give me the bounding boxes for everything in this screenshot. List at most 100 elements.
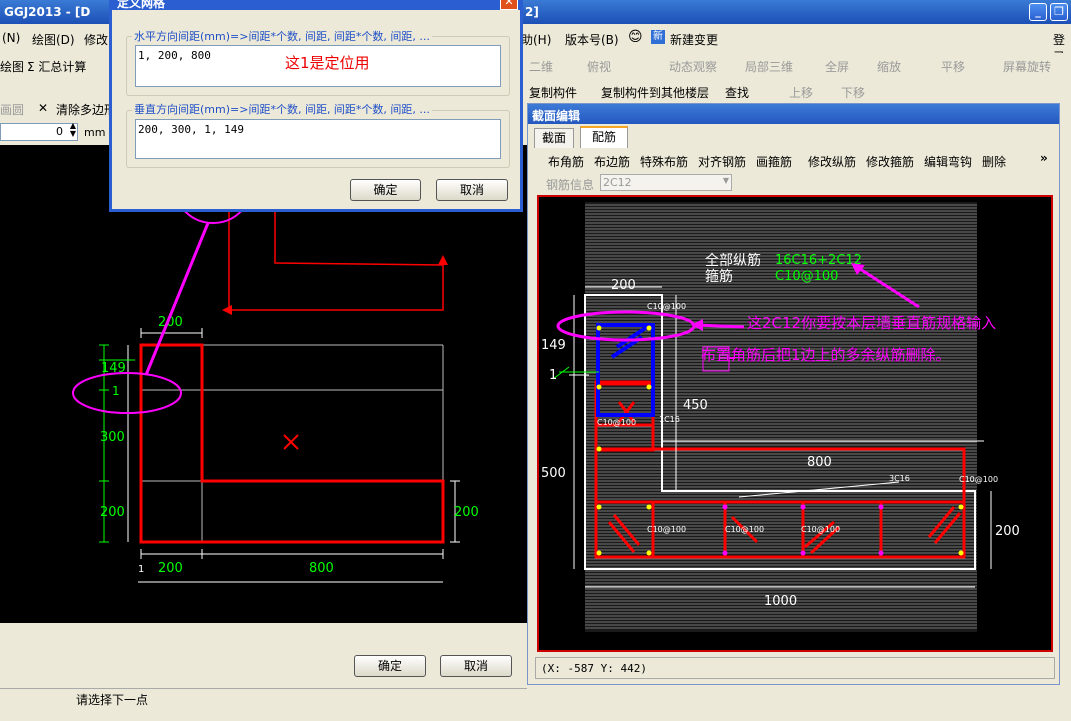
- label-c10-4: C10@100: [725, 525, 764, 534]
- grid-drawing-canvas[interactable]: 200 200 800 149 1 300 200 200 1: [0, 145, 527, 623]
- tool-corner-bar[interactable]: 布角筋: [548, 153, 584, 170]
- tool-edit-stirrup[interactable]: 修改箍筋: [866, 153, 914, 170]
- toolbar-draw[interactable]: 绘图: [0, 58, 24, 75]
- tool-special-bar[interactable]: 特殊布筋: [640, 153, 688, 170]
- app-window: GGJ2013 - [D 2] _ ❐ (N) 绘图(D) 修改 助(H) 版本…: [0, 0, 1071, 721]
- tool-edge-bar[interactable]: 布边筋: [594, 153, 630, 170]
- tool-draw-stirrup[interactable]: 画箍筋: [756, 153, 792, 170]
- menu-item-n[interactable]: (N): [2, 31, 20, 45]
- menu-item-new-change[interactable]: 新建变更: [670, 31, 718, 48]
- tool-delete[interactable]: 删除: [982, 153, 1006, 170]
- rebar-info-row: 钢筋信息 2C12 ▼: [528, 172, 1059, 194]
- toolbar-copy-member[interactable]: 复制构件: [529, 84, 577, 101]
- tool-align-bar[interactable]: 对齐钢筋: [698, 153, 746, 170]
- section-edit-title-bar: 截面编辑: [528, 104, 1059, 124]
- dialog-close-button[interactable]: ✕: [500, 0, 518, 10]
- clear-icon: ✕: [38, 101, 49, 115]
- toolbar-top-view[interactable]: 俯视: [587, 58, 611, 75]
- offset-unit: mm: [84, 126, 106, 139]
- label-c10-5: C10@100: [801, 525, 840, 534]
- label-c10-3: C10@100: [647, 525, 686, 534]
- dim-bottom-left-200: 200: [158, 561, 183, 576]
- dim-1: 1: [549, 368, 557, 383]
- dim-200-right: 200: [995, 524, 1020, 539]
- toolbar-find[interactable]: 查找: [725, 84, 749, 101]
- left-ok-button[interactable]: 确定: [354, 655, 426, 677]
- dim-left-200: 200: [100, 505, 125, 520]
- label-1c16: 1C16: [659, 415, 680, 424]
- menu-item-draw[interactable]: 绘图(D): [32, 31, 75, 48]
- dim-450: 450: [683, 398, 708, 413]
- toolbar-clear-polygon[interactable]: 清除多边形: [56, 101, 116, 118]
- vertical-spacing-input[interactable]: 200, 300, 1, 149: [135, 119, 501, 159]
- toolbar-more-icon[interactable]: »: [1040, 151, 1048, 165]
- rebar-toolbar: 布角筋 布边筋 特殊布筋 对齐钢筋 画箍筋 修改纵筋 修改箍筋 编辑弯钩 删除 …: [528, 148, 1059, 172]
- menu-item-help[interactable]: 助(H): [521, 31, 551, 48]
- rebar-info-select[interactable]: 2C12 ▼: [600, 174, 732, 191]
- toolbar-zoom[interactable]: 缩放: [877, 58, 901, 75]
- toolbar-move-up[interactable]: 上移: [789, 84, 813, 101]
- tab-rebar[interactable]: 配筋: [580, 126, 628, 148]
- spinner-icon[interactable]: ▲ ▼: [70, 122, 76, 138]
- offset-value: 0: [56, 125, 63, 138]
- long-bar-value: 16C16+2C12: [775, 253, 862, 268]
- toolbar-move-down[interactable]: 下移: [841, 84, 865, 101]
- chevron-down-icon: ▼: [722, 176, 729, 185]
- status-text: 请选择下一点: [76, 693, 149, 707]
- dialog-cancel-button[interactable]: 取消: [436, 179, 508, 201]
- stirrup-label: 箍筋: [705, 268, 733, 285]
- left-cancel-button[interactable]: 取消: [440, 655, 512, 677]
- dim-500: 500: [541, 466, 566, 481]
- annotation-circle-left: [72, 372, 182, 414]
- coordinate-bar: (X: -587 Y: 442): [535, 657, 1055, 679]
- toolbar-pan[interactable]: 平移: [941, 58, 965, 75]
- tab-section[interactable]: 截面: [534, 128, 574, 148]
- tick-1: 1: [138, 564, 144, 575]
- tool-edit-hook[interactable]: 编辑弯钩: [924, 153, 972, 170]
- minimize-button[interactable]: _: [1029, 3, 1047, 21]
- toolbar-local-3d[interactable]: 局部三维: [745, 58, 793, 75]
- left-bottom-panel: 确定 取消: [0, 623, 527, 688]
- app-title-right: 2]: [525, 5, 539, 19]
- toolbar-orbit[interactable]: 动态观察: [669, 58, 717, 75]
- new-change-icon: 新: [651, 30, 665, 44]
- status-bar: 请选择下一点: [0, 688, 527, 721]
- toolbar-copy-to-floor[interactable]: 复制构件到其他楼层: [601, 84, 709, 101]
- section-rebar-canvas[interactable]: 200 149 1 450 800 500 200 1000 C10@100 C…: [537, 195, 1053, 652]
- annotation-arrow-2: [696, 323, 745, 329]
- dialog-ok-button[interactable]: 确定: [350, 179, 421, 201]
- section-edit-title: 截面编辑: [532, 109, 581, 123]
- rebar-info-value: 2C12: [603, 176, 632, 189]
- horizontal-spacing-label: 水平方向间距(mm)=>间距*个数, 间距, 间距*个数, 间距, ...: [132, 28, 432, 44]
- dim-1000: 1000: [764, 594, 797, 609]
- right-toolbar-1: 二维 俯视 动态观察 局部三维 全屏 缩放 平移 屏幕旋转: [527, 53, 1071, 77]
- toolbar-circle[interactable]: 画圆: [0, 101, 24, 118]
- dim-left-300: 300: [100, 430, 125, 445]
- coordinate-readout: (X: -587 Y: 442): [541, 662, 647, 675]
- menu-item-version[interactable]: 版本号(B): [565, 31, 619, 48]
- toolbar-summary-calc[interactable]: Σ 汇总计算: [27, 58, 86, 75]
- dim-right-200: 200: [454, 505, 479, 520]
- section-rebar-svg: 200 149 1 450 800 500 200 1000 C10@100 C…: [541, 202, 1020, 632]
- dim-left-1: 1: [112, 384, 120, 398]
- vertical-spacing-label: 垂直方向间距(mm)=>间距*个数, 间距, 间距*个数, 间距, ...: [132, 101, 432, 117]
- dim-200-top: 200: [611, 278, 636, 293]
- grid-drawing-svg: 200 200 800 149 1 300 200 200 1: [72, 145, 479, 583]
- tool-edit-long-bar[interactable]: 修改纵筋: [808, 153, 856, 170]
- toolbar-screen-rotate[interactable]: 屏幕旋转: [1003, 58, 1051, 75]
- offset-input[interactable]: 0 ▲ ▼: [0, 122, 78, 141]
- vertical-spacing-value: 200, 300, 1, 149: [138, 123, 244, 136]
- label-c10-2: C10@100: [597, 418, 636, 427]
- dim-800: 800: [807, 455, 832, 470]
- restore-button[interactable]: ❐: [1050, 3, 1068, 21]
- rebar-info-label: 钢筋信息: [546, 178, 595, 192]
- toolbar-fullscreen[interactable]: 全屏: [825, 58, 849, 75]
- center-x-marker: [283, 434, 299, 450]
- helper-face-icon[interactable]: 😊: [628, 29, 643, 45]
- annotation-note-2: 布置角筋后把1边上的多余纵筋删除。: [701, 346, 951, 364]
- app-title-left: GGJ2013 - [D: [4, 5, 91, 19]
- horizontal-note: 这1是定位用: [285, 54, 370, 72]
- menu-item-modify[interactable]: 修改: [84, 31, 108, 48]
- label-3c16: 3C16: [889, 474, 910, 483]
- view-2d-select[interactable]: 二维: [529, 58, 553, 75]
